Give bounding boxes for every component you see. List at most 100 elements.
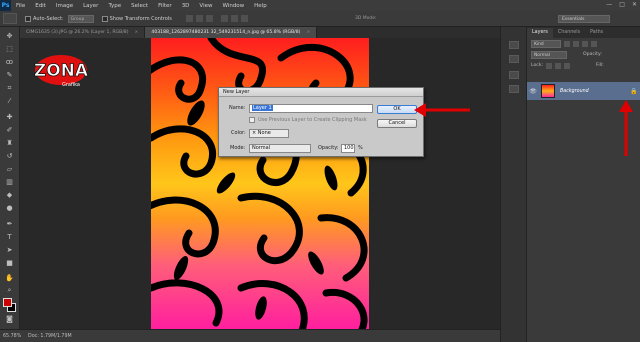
menu-layer[interactable]: Layer xyxy=(78,3,103,9)
show-transform-label: Show Transform Controls xyxy=(109,15,172,22)
auto-select-label: Auto-Select: xyxy=(33,15,64,22)
pen-icon[interactable]: ✒ xyxy=(4,219,15,230)
arrow-to-ok-icon xyxy=(414,103,470,117)
menu-select[interactable]: Select xyxy=(126,3,153,9)
quick-select-icon[interactable]: ✎ xyxy=(4,70,15,81)
clipping-mask-checkbox[interactable] xyxy=(249,117,255,123)
menu-file[interactable]: File xyxy=(11,3,30,9)
logo-subtitle-text: Grafika xyxy=(62,82,80,88)
menu-3d[interactable]: 3D xyxy=(177,3,195,9)
layer-name[interactable]: Background xyxy=(560,89,630,94)
path-select-icon[interactable]: ➤ xyxy=(4,245,15,256)
dodge-icon[interactable]: ● xyxy=(4,203,15,214)
layer-lock-icon: 🔒 xyxy=(630,87,638,95)
character-panel-icon[interactable] xyxy=(509,71,519,79)
layers-panel: Layers Channels Paths Kind Normal Opacit… xyxy=(527,27,640,342)
menu-window[interactable]: Window xyxy=(217,3,249,9)
align-right-icon[interactable] xyxy=(240,15,248,22)
move-icon[interactable]: ✥ xyxy=(4,31,15,42)
visibility-eye-icon[interactable]: 👁 xyxy=(527,88,539,95)
name-label: Name: xyxy=(229,105,246,111)
zoom-icon[interactable]: ⌕ xyxy=(4,285,15,296)
healing-icon[interactable]: ✚ xyxy=(4,112,15,123)
hand-icon[interactable]: ✋ xyxy=(4,273,15,284)
document-tab-bar: CIMG1635 (3).JPG @ 26.2% (Layer 1, RGB/8… xyxy=(20,27,500,38)
document-canvas[interactable] xyxy=(151,38,369,329)
arrow-to-lock-icon xyxy=(619,100,633,156)
workspace-dropdown[interactable]: Essentials xyxy=(558,15,610,23)
clone-stamp-icon[interactable]: ♜ xyxy=(4,138,15,149)
marquee-icon[interactable]: ⬚ xyxy=(4,44,15,55)
show-transform-checkbox[interactable] xyxy=(101,15,108,22)
filter-shape-icon[interactable] xyxy=(591,40,597,47)
auto-select-dropdown[interactable]: Group xyxy=(67,14,94,23)
menu-edit[interactable]: Edit xyxy=(30,3,51,9)
photoshop-logo: Ps xyxy=(0,0,11,11)
zoom-level[interactable]: 65.78% xyxy=(0,334,22,339)
menu-help[interactable]: Help xyxy=(249,3,272,9)
maximize-button[interactable]: □ xyxy=(619,1,625,8)
filter-type-icon[interactable] xyxy=(582,40,588,47)
tab-label: 403188_1262897480231 32_549231514_n.jpg … xyxy=(151,30,301,35)
menu-bar: Ps File Edit Image Layer Type Select Fil… xyxy=(0,0,640,11)
lock-all-icon[interactable] xyxy=(564,62,571,69)
history-brush-icon[interactable]: ↺ xyxy=(4,151,15,162)
filter-pixel-icon[interactable] xyxy=(564,40,570,47)
history-panel-icon[interactable] xyxy=(509,41,519,49)
filter-adjust-icon[interactable] xyxy=(573,40,579,47)
tab-document-1[interactable]: CIMG1635 (3).JPG @ 26.2% (Layer 1, RGB/8… xyxy=(20,27,146,38)
lock-position-icon[interactable] xyxy=(555,62,562,69)
close-window-button[interactable]: ✕ xyxy=(632,1,637,8)
clipping-mask-label: Use Previous Layer to Create Clipping Ma… xyxy=(258,117,367,123)
crop-icon[interactable]: ⌗ xyxy=(4,83,15,94)
filter-kind-dropdown[interactable]: Kind xyxy=(531,39,561,48)
tab-paths[interactable]: Paths xyxy=(585,28,608,38)
eyedropper-icon[interactable]: ⁄ xyxy=(4,96,15,107)
tab-layers[interactable]: Layers xyxy=(527,28,553,38)
eraser-icon[interactable]: ▱ xyxy=(4,164,15,175)
tab-channels[interactable]: Channels xyxy=(553,28,585,38)
type-icon[interactable]: T xyxy=(4,232,15,243)
paragraph-panel-icon[interactable] xyxy=(509,85,519,93)
tab-document-2[interactable]: 403188_1262897480231 32_549231514_n.jpg … xyxy=(145,27,318,38)
cancel-button[interactable]: Cancel xyxy=(377,119,417,128)
auto-select-checkbox[interactable] xyxy=(25,15,31,22)
doc-size-info: Doc: 1.79M/1.79M xyxy=(28,333,72,339)
opacity-unit: % xyxy=(358,145,363,151)
foreground-color-swatch[interactable] xyxy=(3,298,12,307)
lock-label: Lock: xyxy=(531,63,544,68)
close-tab-icon[interactable]: × xyxy=(135,30,139,35)
mode-dropdown[interactable]: Normal xyxy=(249,144,311,153)
color-dropdown[interactable]: × None xyxy=(249,129,289,138)
align-top-icon[interactable] xyxy=(185,15,193,22)
lasso-icon[interactable]: ꝏ xyxy=(4,57,15,68)
color-label: Color: xyxy=(231,130,246,136)
layer-name-field[interactable]: Layer 1 xyxy=(249,104,373,113)
align-middle-icon[interactable] xyxy=(195,15,203,22)
mode-label: Mode: xyxy=(230,145,246,151)
menu-filter[interactable]: Filter xyxy=(153,3,177,9)
blend-mode-dropdown[interactable]: Normal xyxy=(531,50,567,59)
opacity-label: Opacity: xyxy=(583,52,602,57)
menu-type[interactable]: Type xyxy=(103,3,126,9)
brush-icon[interactable]: ✐ xyxy=(4,125,15,136)
properties-panel-icon[interactable] xyxy=(509,55,519,63)
lock-pixels-icon[interactable] xyxy=(546,62,553,69)
move-tool-preset-icon[interactable] xyxy=(3,13,17,24)
ok-button[interactable]: OK xyxy=(377,105,417,114)
menu-view[interactable]: View xyxy=(194,3,217,9)
quick-mask-icon[interactable]: ◙ xyxy=(4,314,15,325)
menu-image[interactable]: Image xyxy=(51,3,78,9)
align-left-icon[interactable] xyxy=(220,15,228,22)
shape-icon[interactable]: ■ xyxy=(4,258,15,269)
align-bottom-icon[interactable] xyxy=(205,15,213,22)
blur-icon[interactable]: ◆ xyxy=(4,190,15,201)
align-center-icon[interactable] xyxy=(230,15,238,22)
opacity-field[interactable]: 100 xyxy=(341,144,355,153)
3d-mode-label: 3D Mode: xyxy=(355,16,377,21)
panel-dock-strip xyxy=(500,27,527,342)
gradient-icon[interactable]: ▥ xyxy=(4,177,15,188)
minimize-button[interactable]: — xyxy=(606,1,612,8)
close-tab-icon[interactable]: × xyxy=(306,30,310,35)
new-layer-dialog: New Layer Name: Layer 1 Use Previous Lay… xyxy=(218,87,424,157)
